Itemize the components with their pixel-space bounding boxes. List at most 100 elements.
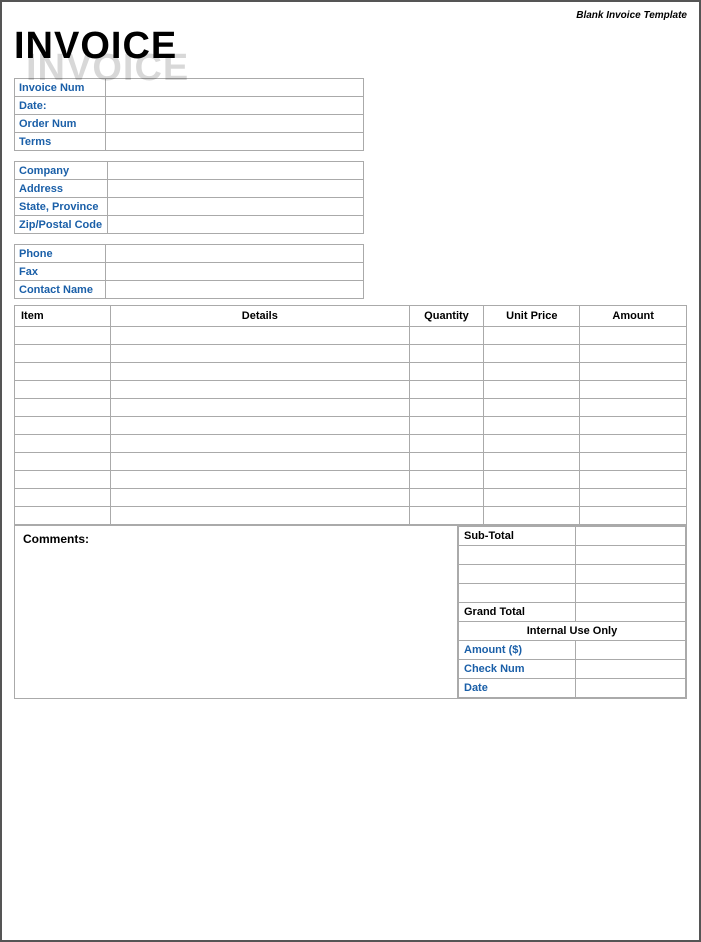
internal-use-label: Internal Use Only xyxy=(459,622,686,641)
item-cell xyxy=(15,435,111,453)
unit-price-cell xyxy=(484,489,580,507)
unit-price-cell xyxy=(484,327,580,345)
table-row xyxy=(15,471,687,489)
unit-price-cell xyxy=(484,399,580,417)
check-num-value xyxy=(576,660,686,679)
date-row: Date xyxy=(459,679,686,698)
amount-cell xyxy=(580,489,687,507)
info-block-2: CompanyAddressState, ProvinceZip/Postal … xyxy=(14,161,364,234)
info-label: Phone xyxy=(15,245,106,263)
bottom-section: Comments: Sub-Total xyxy=(14,525,687,699)
qty-cell xyxy=(409,507,484,525)
info-block-2-row: Address xyxy=(15,180,364,198)
extra-row-1 xyxy=(459,546,686,565)
extra-row-3 xyxy=(459,584,686,603)
info-label: Address xyxy=(15,180,108,198)
col-header-quantity: Quantity xyxy=(409,306,484,327)
item-cell xyxy=(15,399,111,417)
unit-price-cell xyxy=(484,363,580,381)
subtotal-value xyxy=(576,527,686,546)
info-block-2-row: State, Province xyxy=(15,198,364,216)
amount-cell xyxy=(580,507,687,525)
item-cell xyxy=(15,471,111,489)
item-cell xyxy=(15,417,111,435)
unit-price-cell xyxy=(484,471,580,489)
date-label: Date xyxy=(459,679,576,698)
info-block-3-row: Phone xyxy=(15,245,364,263)
info-value xyxy=(106,245,364,263)
col-header-amount: Amount xyxy=(580,306,687,327)
details-cell xyxy=(111,363,410,381)
subtotal-label: Sub-Total xyxy=(459,527,576,546)
table-row xyxy=(15,489,687,507)
qty-cell xyxy=(409,327,484,345)
info-label: Company xyxy=(15,162,108,180)
amount-cell xyxy=(580,471,687,489)
amount-value xyxy=(576,641,686,660)
table-row xyxy=(15,345,687,363)
table-row xyxy=(15,327,687,345)
info-block-3-row: Fax xyxy=(15,263,364,281)
item-cell xyxy=(15,453,111,471)
info-label: Order Num xyxy=(15,115,106,133)
unit-price-cell xyxy=(484,417,580,435)
item-cell xyxy=(15,489,111,507)
info-label: Fax xyxy=(15,263,106,281)
qty-cell xyxy=(409,345,484,363)
template-label: Blank Invoice Template xyxy=(14,10,687,21)
info-block-2-row: Company xyxy=(15,162,364,180)
info-label: Zip/Postal Code xyxy=(15,216,108,234)
info-value xyxy=(106,97,364,115)
info-block-2-row: Zip/Postal Code xyxy=(15,216,364,234)
table-row xyxy=(15,363,687,381)
extra-row-2 xyxy=(459,565,686,584)
check-num-label: Check Num xyxy=(459,660,576,679)
details-cell xyxy=(111,327,410,345)
info-value xyxy=(107,198,363,216)
table-row xyxy=(15,435,687,453)
table-row xyxy=(15,381,687,399)
info-label: State, Province xyxy=(15,198,108,216)
amount-cell xyxy=(580,327,687,345)
amount-label: Amount ($) xyxy=(459,641,576,660)
qty-cell xyxy=(409,453,484,471)
item-cell xyxy=(15,327,111,345)
unit-price-cell xyxy=(484,345,580,363)
internal-use-row: Internal Use Only xyxy=(459,622,686,641)
amount-cell xyxy=(580,417,687,435)
details-cell xyxy=(111,381,410,399)
details-cell xyxy=(111,399,410,417)
amount-cell xyxy=(580,345,687,363)
info-value xyxy=(106,281,364,299)
item-cell xyxy=(15,345,111,363)
unit-price-cell xyxy=(484,507,580,525)
amount-row: Amount ($) xyxy=(459,641,686,660)
amount-cell xyxy=(580,399,687,417)
details-cell xyxy=(111,435,410,453)
info-value xyxy=(106,115,364,133)
info-value xyxy=(107,216,363,234)
details-cell xyxy=(111,489,410,507)
date-value xyxy=(576,679,686,698)
col-header-details: Details xyxy=(111,306,410,327)
info-block-1-row: Date: xyxy=(15,97,364,115)
details-cell xyxy=(111,345,410,363)
item-cell xyxy=(15,507,111,525)
table-row xyxy=(15,507,687,525)
info-value xyxy=(107,180,363,198)
grand-total-row: Grand Total xyxy=(459,603,686,622)
details-cell xyxy=(111,507,410,525)
qty-cell xyxy=(409,471,484,489)
amount-cell xyxy=(580,453,687,471)
details-cell xyxy=(111,471,410,489)
qty-cell xyxy=(409,381,484,399)
check-num-row: Check Num xyxy=(459,660,686,679)
info-block-3: PhoneFaxContact Name xyxy=(14,244,364,299)
col-header-item: Item xyxy=(15,306,111,327)
info-block-1-row: Terms xyxy=(15,133,364,151)
unit-price-cell xyxy=(484,435,580,453)
totals-section: Sub-Total Grand Total xyxy=(457,525,687,699)
amount-cell xyxy=(580,363,687,381)
qty-cell xyxy=(409,489,484,507)
unit-price-cell xyxy=(484,381,580,399)
